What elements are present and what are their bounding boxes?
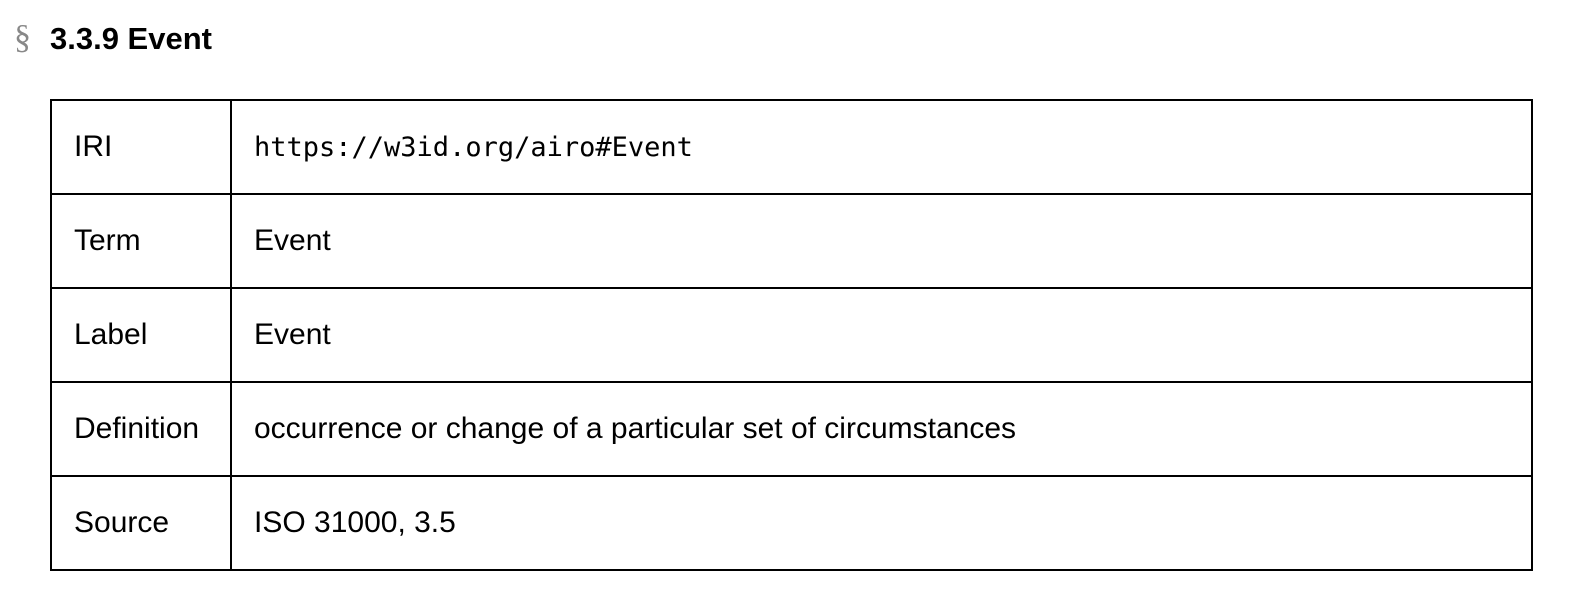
row-key-source: Source [50, 475, 232, 571]
row-key-term: Term [50, 193, 232, 289]
table-row-iri: IRI https://w3id.org/airo#Event [50, 99, 1533, 195]
section-heading: § 3.3.9 Event [14, 16, 212, 60]
row-value-term: Event [230, 193, 1533, 289]
section-title: 3.3.9 Event [50, 20, 212, 56]
term-definition-table: IRI https://w3id.org/airo#Event Term Eve… [50, 99, 1533, 571]
row-value-iri: https://w3id.org/airo#Event [230, 99, 1533, 195]
row-value-definition: occurrence or change of a particular set… [230, 381, 1533, 477]
row-value-label: Event [230, 287, 1533, 383]
row-value-source: ISO 31000, 3.5 [230, 475, 1533, 571]
row-key-label: Label [50, 287, 232, 383]
table-row-source: Source ISO 31000, 3.5 [50, 475, 1533, 571]
row-key-definition: Definition [50, 381, 232, 477]
table-row-definition: Definition occurrence or change of a par… [50, 381, 1533, 477]
section-anchor-link[interactable]: § [14, 21, 50, 55]
row-key-iri: IRI [50, 99, 232, 195]
table-row-label: Label Event [50, 287, 1533, 383]
table-row-term: Term Event [50, 193, 1533, 289]
